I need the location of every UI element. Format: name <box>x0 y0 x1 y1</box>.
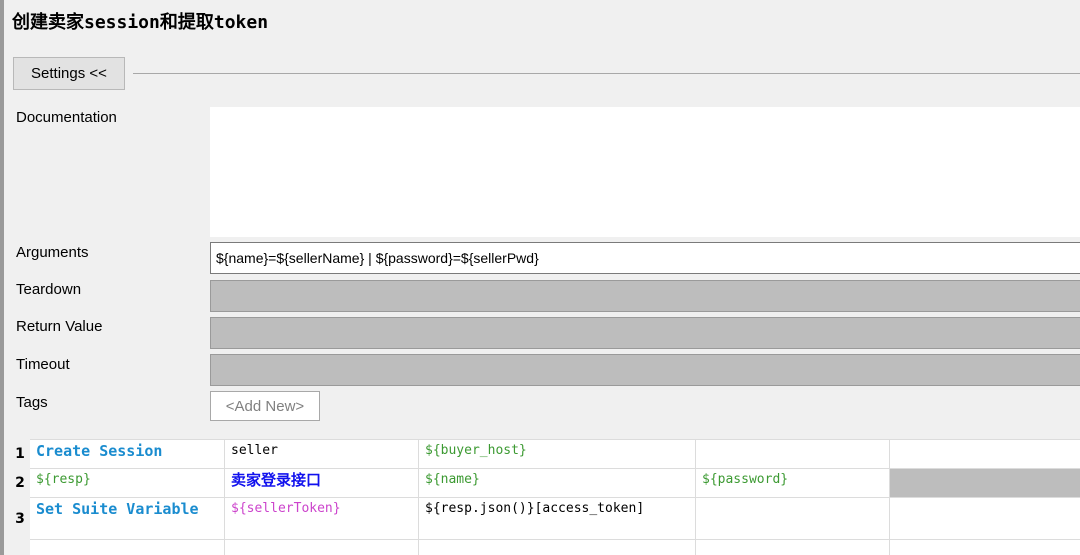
grid-cell[interactable]: ${resp} <box>29 468 225 498</box>
grid-cell[interactable]: ${sellerToken} <box>224 497 419 540</box>
grid-cell[interactable] <box>29 539 225 555</box>
grid-cell[interactable]: seller <box>224 439 419 469</box>
documentation-label: Documentation <box>16 109 117 126</box>
grid-cell[interactable]: Create Session <box>29 439 225 469</box>
tags-add-new-button[interactable]: <Add New> <box>210 391 320 421</box>
grid-cell[interactable]: 卖家登录接口 <box>224 468 419 498</box>
row-number[interactable] <box>10 539 30 555</box>
settings-divider <box>133 73 1080 74</box>
grid-cell[interactable]: ${buyer_host} <box>418 439 696 469</box>
documentation-field[interactable] <box>210 107 1080 237</box>
table-row: 1 Create Session seller ${buyer_host} <box>10 439 1080 469</box>
window-left-border <box>0 0 4 555</box>
tags-label: Tags <box>16 394 48 411</box>
settings-toggle-button[interactable]: Settings << <box>13 57 125 90</box>
grid-cell[interactable] <box>695 497 890 540</box>
page-title: 创建卖家session和提取token <box>12 12 269 33</box>
grid-cell[interactable] <box>695 539 890 555</box>
grid-cell[interactable] <box>889 539 1080 555</box>
grid-cell[interactable]: ${name} <box>418 468 696 498</box>
return-value-field[interactable] <box>210 317 1080 349</box>
arguments-field[interactable]: ${name}=${sellerName} | ${password}=${se… <box>210 242 1080 274</box>
arguments-label: Arguments <box>16 244 89 261</box>
grid-cell[interactable] <box>889 468 1080 498</box>
grid-cell[interactable]: ${resp.json()}[access_token] <box>418 497 696 540</box>
teardown-label: Teardown <box>16 281 82 298</box>
grid-cell[interactable] <box>418 539 696 555</box>
table-row: 2 ${resp} 卖家登录接口 ${name} ${password} <box>10 468 1080 498</box>
grid-cell[interactable] <box>224 539 419 555</box>
teardown-field[interactable] <box>210 280 1080 312</box>
steps-grid: 1 Create Session seller ${buyer_host} 2 … <box>10 439 1080 555</box>
grid-cell[interactable] <box>695 439 890 469</box>
timeout-field[interactable] <box>210 354 1080 386</box>
row-number[interactable]: 3 <box>10 497 30 540</box>
table-row <box>10 539 1080 555</box>
row-number[interactable]: 2 <box>10 468 30 498</box>
row-number[interactable]: 1 <box>10 439 30 469</box>
return-value-label: Return Value <box>16 318 103 335</box>
grid-cell[interactable]: Set Suite Variable <box>29 497 225 540</box>
grid-cell[interactable]: ${password} <box>695 468 890 498</box>
timeout-label: Timeout <box>16 356 70 373</box>
grid-cell[interactable] <box>889 439 1080 469</box>
table-row: 3 Set Suite Variable ${sellerToken} ${re… <box>10 497 1080 540</box>
grid-cell[interactable] <box>889 497 1080 540</box>
